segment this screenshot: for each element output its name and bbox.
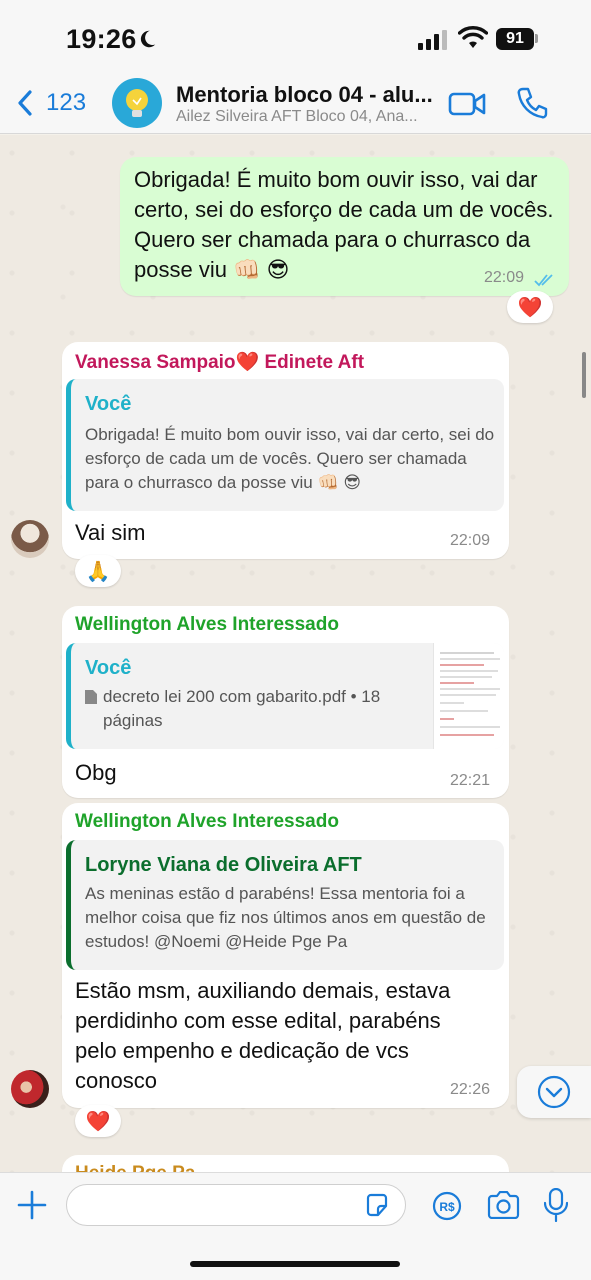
svg-text:R$: R$ bbox=[439, 1200, 455, 1214]
avatar-wellington[interactable] bbox=[11, 1070, 49, 1108]
avatar-vanessa[interactable] bbox=[11, 520, 49, 558]
incoming-message[interactable]: Wellington Alves Interessado Loryne Vian… bbox=[62, 803, 509, 1108]
input-bar: R$ bbox=[0, 1172, 591, 1280]
moon-icon bbox=[140, 30, 156, 48]
message-time: 22:26 bbox=[450, 1081, 491, 1098]
message-time: 22:09 bbox=[450, 532, 491, 549]
quote-text: decreto lei 200 com gabarito.pdf • 18 pá… bbox=[103, 687, 381, 730]
chat-subtitle[interactable]: Ailez Silveira AFT Bloco 04, Ana... bbox=[176, 108, 418, 126]
quoted-message[interactable]: Você Obrigada! É muito bom ouvir isso, v… bbox=[66, 379, 504, 511]
pix-icon[interactable]: R$ bbox=[432, 1191, 462, 1221]
message-reaction[interactable]: 🙏 bbox=[75, 555, 121, 587]
wifi-icon bbox=[458, 26, 488, 48]
video-icon[interactable] bbox=[448, 90, 486, 118]
sender-name[interactable]: Heide Pge Pa bbox=[75, 1163, 195, 1172]
quote-author: Você bbox=[85, 393, 132, 415]
scroll-to-bottom-button[interactable] bbox=[517, 1066, 591, 1118]
group-avatar[interactable] bbox=[112, 78, 162, 128]
message-text: Estão msm, auxiliando demais, estava per… bbox=[75, 978, 451, 1093]
quote-text: As meninas estão d parabéns! Essa mentor… bbox=[85, 884, 486, 951]
quoted-message[interactable]: Você decreto lei 200 com gabarito.pdf • … bbox=[66, 643, 504, 749]
incoming-message[interactable]: Vanessa Sampaio❤️ Edinete Aft Você Obrig… bbox=[62, 342, 509, 559]
unread-count: 123 bbox=[46, 89, 87, 116]
chat-title[interactable]: Mentoria bloco 04 - alu... bbox=[176, 82, 433, 108]
chevron-left-icon bbox=[18, 90, 32, 116]
incoming-message[interactable]: Heide Pge Pa bbox=[62, 1155, 509, 1172]
back-button[interactable]: 123 bbox=[16, 86, 86, 120]
battery-level: 91 bbox=[506, 30, 524, 47]
pdf-preview-icon bbox=[440, 652, 500, 736]
phone-icon[interactable] bbox=[516, 86, 548, 120]
message-text: Obrigada! É muito bom ouvir isso, vai da… bbox=[134, 167, 554, 282]
sender-name[interactable]: Vanessa Sampaio❤️ Edinete Aft bbox=[75, 350, 364, 374]
camera-icon[interactable] bbox=[486, 1191, 520, 1219]
status-time: 19:26 bbox=[66, 24, 137, 54]
outgoing-message[interactable]: Obrigada! É muito bom ouvir isso, vai da… bbox=[120, 157, 569, 296]
home-indicator bbox=[190, 1261, 400, 1267]
chat-area[interactable]: Obrigada! É muito bom ouvir isso, vai da… bbox=[0, 135, 591, 1172]
quote-author: Loryne Viana de Oliveira AFT bbox=[85, 854, 362, 876]
message-text: Obg bbox=[75, 760, 117, 785]
quoted-message[interactable]: Loryne Viana de Oliveira AFT As meninas … bbox=[66, 840, 504, 970]
quote-text: Obrigada! É muito bom ouvir isso, vai da… bbox=[85, 425, 495, 492]
quote-author: Você bbox=[85, 657, 132, 679]
chevron-down-icon bbox=[537, 1075, 571, 1109]
message-time: 22:09 bbox=[484, 269, 525, 286]
battery-indicator: 91 bbox=[496, 28, 534, 50]
signal-icon bbox=[418, 30, 447, 50]
document-thumbnail[interactable] bbox=[433, 643, 504, 749]
sticker-icon[interactable] bbox=[364, 1192, 390, 1218]
document-icon bbox=[85, 690, 97, 704]
battery-tip bbox=[535, 34, 538, 43]
message-time: 22:21 bbox=[450, 772, 491, 789]
sender-name[interactable]: Wellington Alves Interessado bbox=[75, 811, 339, 833]
lightbulb-icon bbox=[126, 89, 148, 117]
status-bar: 19:26 91 bbox=[0, 0, 591, 76]
message-input[interactable] bbox=[66, 1184, 406, 1226]
mic-icon[interactable] bbox=[544, 1188, 568, 1222]
message-reaction[interactable]: ❤️ bbox=[75, 1105, 121, 1137]
plus-icon[interactable] bbox=[16, 1189, 48, 1221]
message-reaction[interactable]: ❤️ bbox=[507, 291, 553, 323]
sender-name[interactable]: Wellington Alves Interessado bbox=[75, 614, 339, 636]
message-text: Vai sim bbox=[75, 520, 146, 545]
scrollbar-thumb[interactable] bbox=[582, 352, 586, 398]
incoming-message[interactable]: Wellington Alves Interessado Você decret… bbox=[62, 606, 509, 798]
double-check-icon bbox=[534, 274, 553, 287]
chat-header: 123 Mentoria bloco 04 - alu... Ailez Sil… bbox=[0, 76, 591, 134]
